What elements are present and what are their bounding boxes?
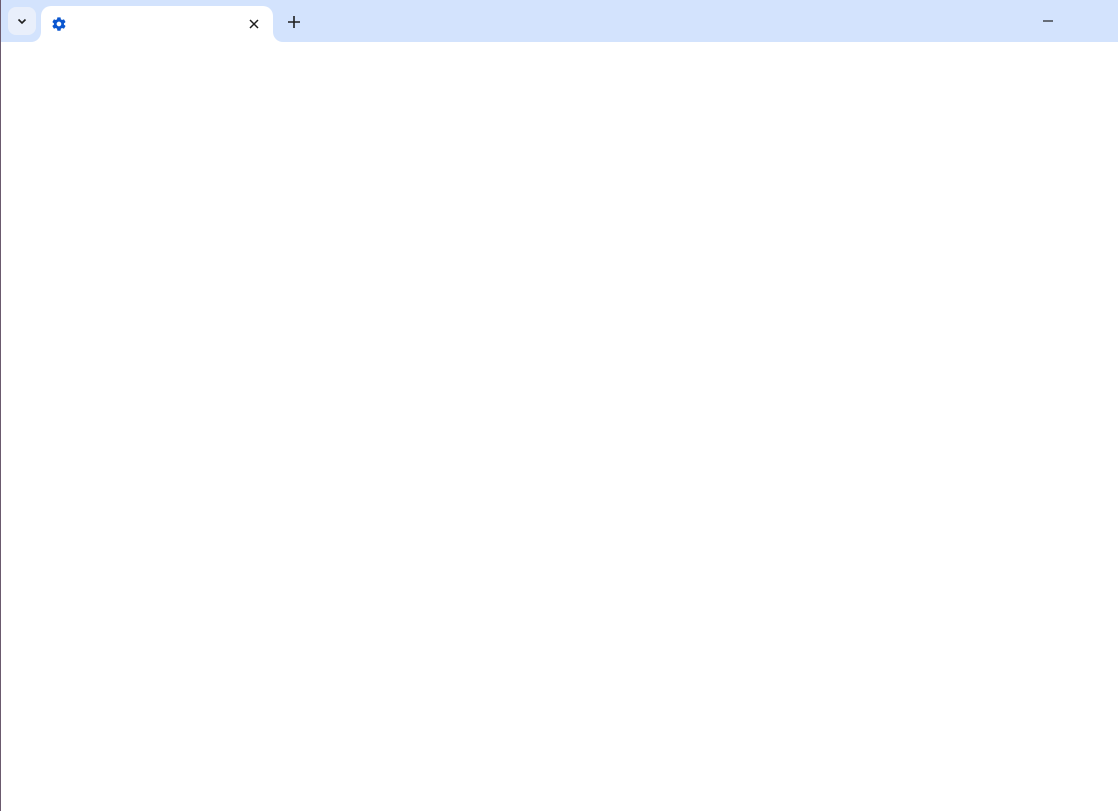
- tab-strip: [1, 0, 1118, 42]
- new-tab-button[interactable]: [283, 11, 305, 33]
- browser-window: [0, 0, 1118, 811]
- tab-settings[interactable]: [41, 6, 273, 42]
- close-icon: [249, 19, 259, 29]
- plus-icon: [288, 16, 300, 28]
- tab-close-button[interactable]: [245, 15, 263, 33]
- chevron-down-icon: [17, 18, 27, 25]
- gear-icon: [52, 17, 66, 31]
- minimize-button[interactable]: [1025, 6, 1071, 36]
- tab-search-button[interactable]: [8, 7, 36, 35]
- minimize-icon: [1043, 20, 1053, 22]
